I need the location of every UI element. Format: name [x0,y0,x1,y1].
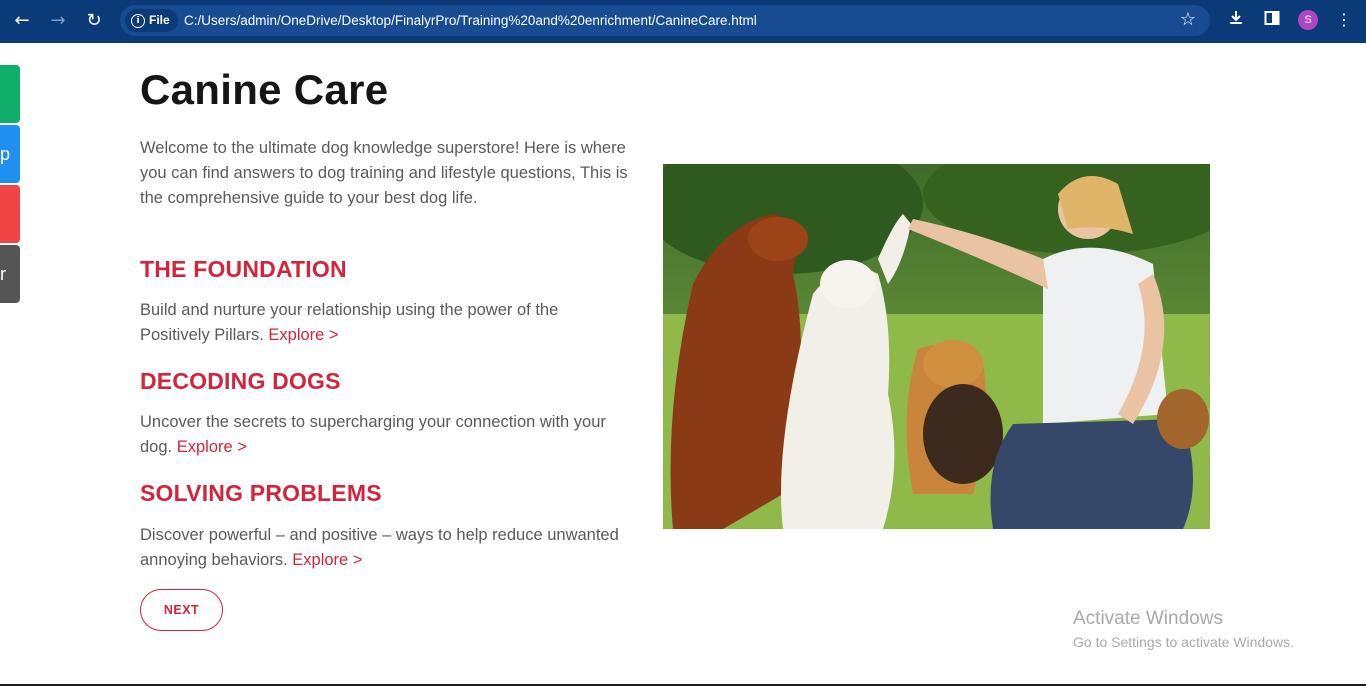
back-arrow-icon[interactable]: ← [8,8,36,34]
url-text[interactable]: C:/Users/admin/OneDrive/Desktop/FinalyrP… [184,5,757,36]
dogs-training-photo [663,164,1210,529]
site-info-label: File [149,13,170,27]
intro-text: Welcome to the ultimate dog knowledge su… [140,139,628,207]
side-share-tab-3[interactable] [0,185,20,243]
section-heading-solving: SOLVING PROBLEMS [140,480,382,506]
section-description: Build and nurture your relationship usin… [140,301,559,344]
side-panel-icon[interactable] [1261,9,1283,31]
explore-link-decoding[interactable]: Explore > [177,438,247,456]
more-menu-icon[interactable]: ⋮ [1333,9,1355,31]
page-title: Canine Care [140,66,389,113]
reload-icon[interactable]: ↻ [80,8,108,34]
section-description: Discover powerful – and positive – ways … [140,526,619,569]
side-share-tab-1[interactable] [0,65,20,123]
side-share-tab-4[interactable]: r [0,245,20,303]
bookmark-star-icon[interactable]: ☆ [1180,9,1196,30]
side-share-tab-2[interactable]: p [0,125,20,183]
forward-arrow-icon[interactable]: → [44,8,72,34]
section-text-decoding: Uncover the secrets to supercharging you… [140,410,630,460]
activate-windows-title: Activate Windows [1073,608,1223,629]
browser-toolbar: ← → ↻ i File C:/Users/admin/OneDrive/Des… [0,0,1366,43]
section-text-solving: Discover powerful – and positive – ways … [140,523,630,573]
address-bar[interactable]: i File C:/Users/admin/OneDrive/Desktop/F… [120,5,1210,36]
explore-link-solving[interactable]: Explore > [292,551,362,569]
info-icon: i [131,13,145,28]
section-text-foundation: Build and nurture your relationship usin… [140,298,630,348]
profile-avatar[interactable]: S [1298,10,1318,30]
next-button[interactable]: NEXT [140,589,223,631]
section-heading-foundation: THE FOUNDATION [140,256,347,282]
site-info-button[interactable]: i File [125,9,178,32]
explore-link-foundation[interactable]: Explore > [268,326,338,344]
section-heading-decoding: DECODING DOGS [140,368,341,394]
download-icon[interactable] [1225,9,1247,31]
activate-windows-subtitle: Go to Settings to activate Windows. [1073,634,1294,650]
